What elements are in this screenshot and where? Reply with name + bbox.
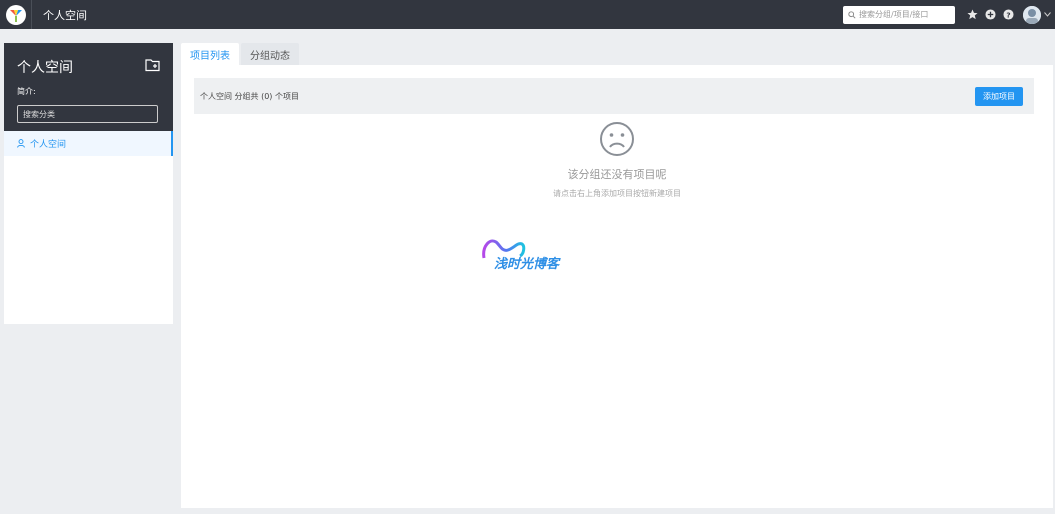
global-search-input[interactable]: 搜索分组/项目/接口 (843, 5, 955, 24)
plus-circle-icon[interactable] (981, 6, 999, 24)
add-folder-icon[interactable] (145, 58, 161, 72)
watermark-logo: 浅时光博客 (480, 236, 574, 276)
project-count-text: 个人空间 分组共 (0) 个项目 (200, 91, 299, 101)
top-right-tools: 搜索分组/项目/接口 ? (843, 0, 1051, 29)
watermark-text: 浅时光博客 (494, 256, 561, 272)
empty-state: 该分组还没有项目呢 请点击右上角添加项目按钮新建项目 (181, 121, 1053, 199)
tab-project-list[interactable]: 项目列表 (181, 43, 239, 65)
top-navbar: 个人空间 搜索分组/项目/接口 ? (0, 0, 1055, 29)
group-sidebar: 个人空间 简介: 搜索分类 个人空间 (4, 43, 173, 324)
search-placeholder: 搜索分组/项目/接口 (859, 10, 929, 19)
page-title: 个人空间 (43, 8, 87, 22)
search-icon (848, 10, 856, 19)
avatar[interactable] (1023, 5, 1041, 24)
sidebar-title: 个人空间 (17, 60, 73, 76)
user-avatar-icon (1023, 5, 1041, 24)
add-project-button[interactable]: 添加项目 (975, 87, 1023, 106)
sidebar-item-label: 个人空间 (30, 140, 67, 150)
user-icon (17, 139, 25, 148)
category-search-input[interactable]: 搜索分类 (17, 105, 158, 123)
main-content: 个人空间 分组共 (0) 个项目 添加项目 该分组还没有项目呢 请点击右上角添加… (181, 65, 1053, 508)
sidebar-intro-label: 简介: (17, 87, 36, 96)
empty-title: 该分组还没有项目呢 (567, 168, 667, 181)
sad-face-icon (599, 121, 635, 157)
empty-description: 请点击右上角添加项目按钮新建项目 (553, 189, 681, 198)
logo-icon (5, 4, 26, 25)
sidebar-item-personal-space[interactable]: 个人空间 (4, 131, 173, 156)
star-icon[interactable] (963, 6, 981, 24)
logo[interactable] (4, 0, 32, 29)
svg-text:?: ? (1006, 10, 1010, 19)
tab-group-activity[interactable]: 分组动态 (241, 43, 299, 65)
category-search-placeholder: 搜索分类 (23, 109, 55, 119)
project-info-bar: 个人空间 分组共 (0) 个项目 添加项目 (194, 78, 1034, 114)
content-tabs: 项目列表 分组动态 (181, 43, 301, 65)
help-icon[interactable]: ? (999, 6, 1017, 24)
chevron-down-icon[interactable] (1044, 12, 1051, 17)
sidebar-header: 个人空间 简介: 搜索分类 (4, 43, 173, 131)
